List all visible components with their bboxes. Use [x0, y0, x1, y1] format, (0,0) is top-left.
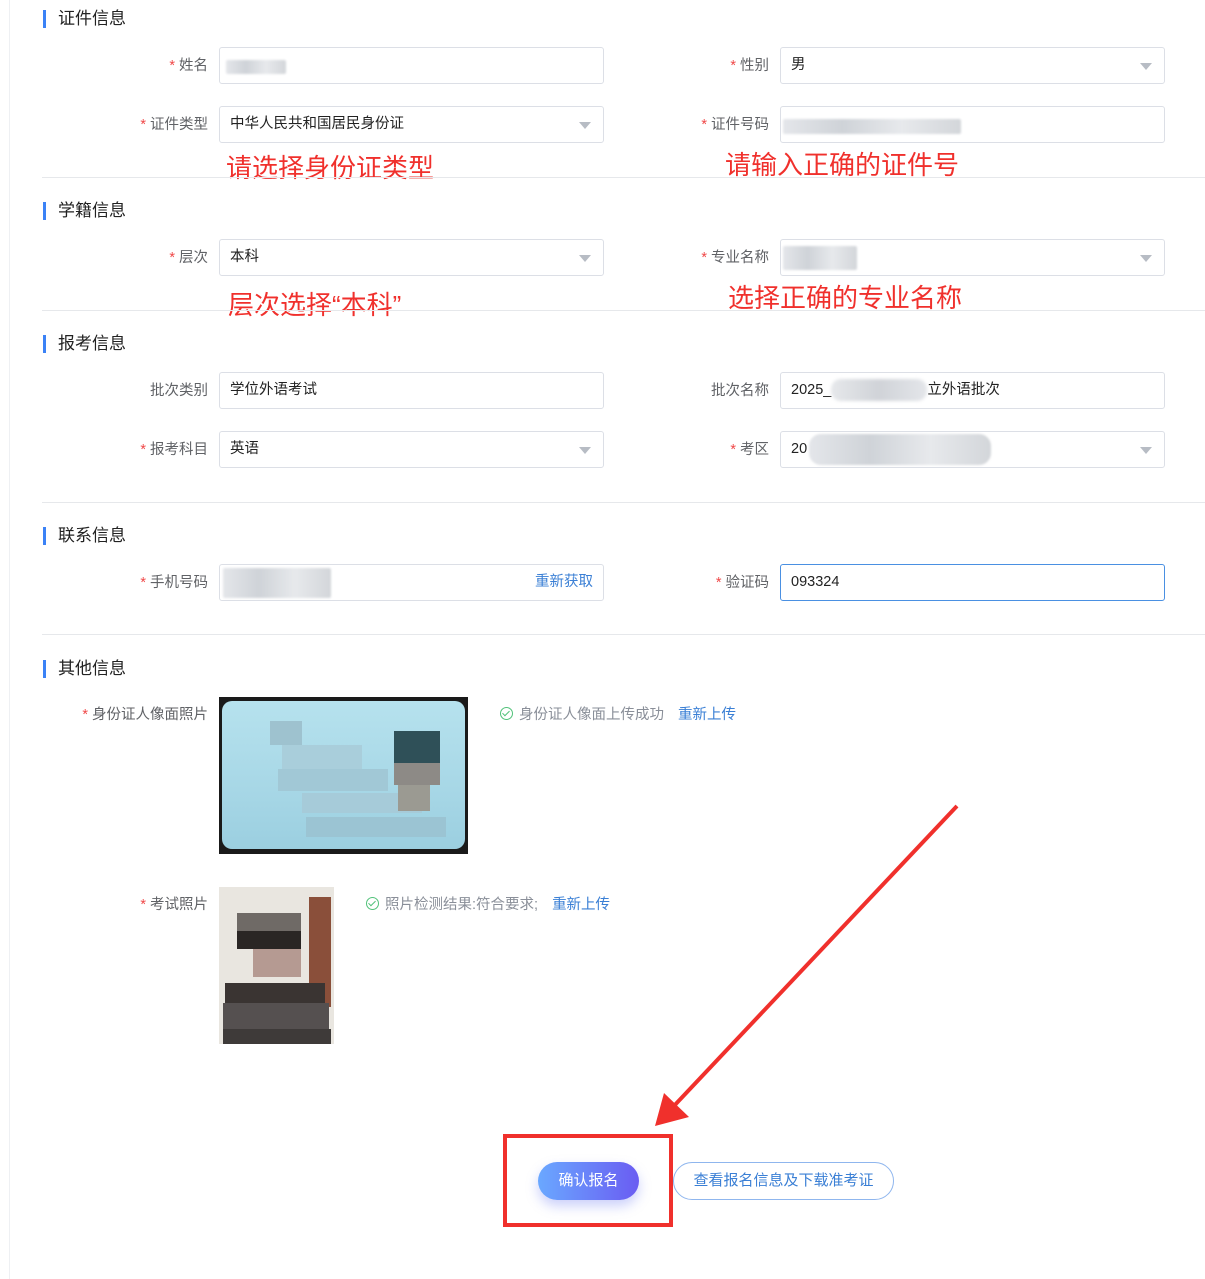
arrow-annotation-icon	[655, 804, 959, 1126]
arrow-shaft	[670, 804, 959, 1110]
